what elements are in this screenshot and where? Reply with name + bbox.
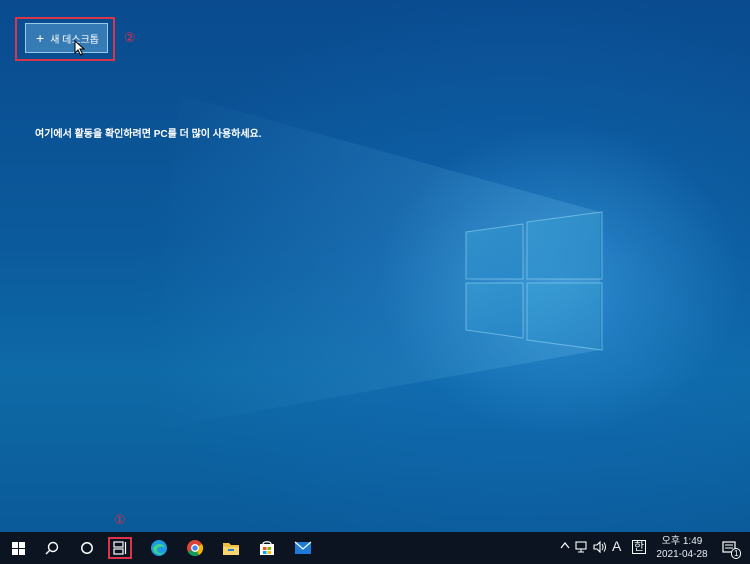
clock-date: 2021-04-28 [656, 549, 708, 560]
file-explorer-icon[interactable] [213, 532, 249, 564]
volume-icon[interactable] [593, 540, 607, 556]
cortana-icon[interactable] [69, 532, 105, 564]
chrome-icon[interactable] [177, 532, 213, 564]
mouse-pointer-icon [74, 40, 86, 56]
annotation-step-2: ② [124, 30, 136, 45]
chevron-up-icon[interactable] [560, 541, 570, 552]
mail-icon[interactable] [285, 532, 321, 564]
timeline-empty-message: 여기에서 활동을 확인하려면 PC를 더 많이 사용하세요. [35, 129, 262, 140]
windows-start-icon[interactable] [0, 532, 36, 564]
ime-mode-icon[interactable]: 한 [632, 540, 647, 554]
desktop-background: + 새 데스크톱 ② 여기에서 활동을 확인하려면 PC를 더 많이 사용하세요… [0, 0, 750, 532]
search-icon[interactable] [34, 532, 70, 564]
notification-badge: 1 [731, 548, 742, 559]
windows-logo-wallpaper [150, 95, 603, 430]
ime-language-label[interactable]: A [612, 538, 621, 554]
annotation-highlight-task-view [108, 537, 132, 559]
clock-time: 오후 1:49 [661, 536, 703, 547]
new-desktop-button[interactable]: + 새 데스크톱 [25, 23, 108, 53]
plus-icon: + [36, 30, 45, 46]
network-icon[interactable] [575, 541, 588, 556]
annotation-step-1: ① [114, 512, 126, 527]
store-icon[interactable] [249, 532, 285, 564]
clock[interactable]: 오후 1:49 2021-04-28 [650, 535, 714, 561]
edge-icon[interactable] [141, 532, 177, 564]
